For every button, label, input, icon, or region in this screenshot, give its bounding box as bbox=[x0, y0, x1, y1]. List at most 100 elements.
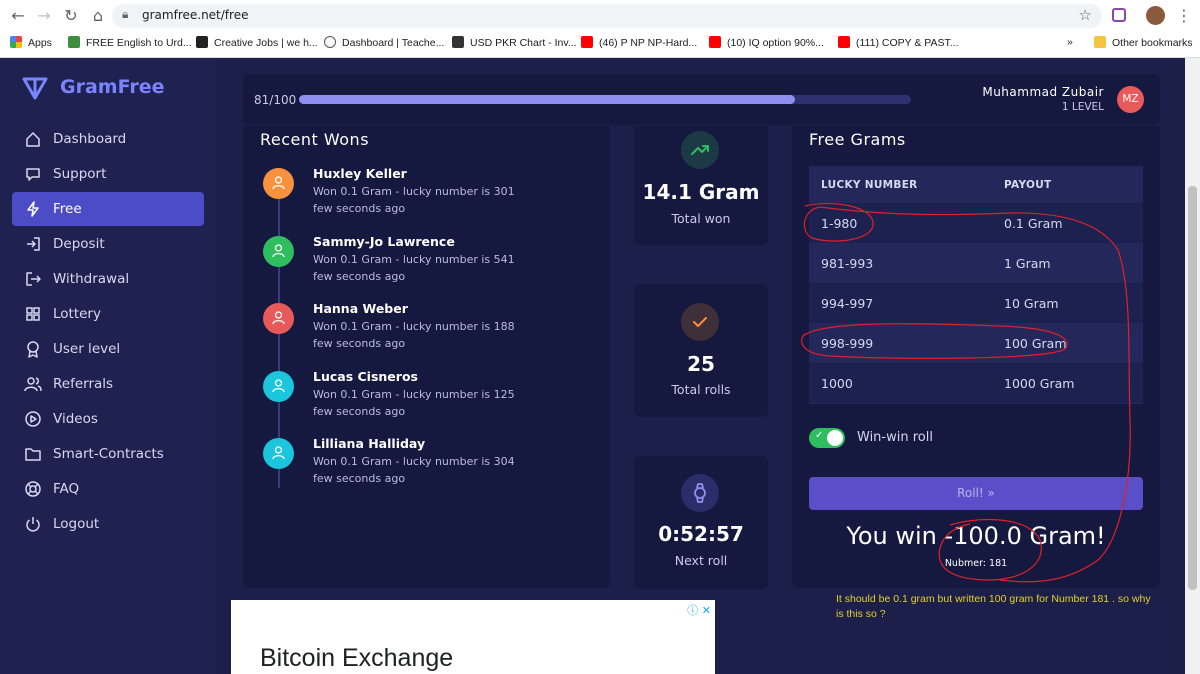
extension-icon[interactable] bbox=[1112, 8, 1126, 22]
bookmark-item[interactable]: Creative Jobs | we h... bbox=[196, 36, 318, 49]
toggle-knob bbox=[827, 430, 843, 446]
win-time: few seconds ago bbox=[313, 472, 406, 485]
sidebar-item-label: Deposit bbox=[53, 236, 105, 252]
lock-icon: 🔒︎ bbox=[122, 7, 129, 21]
win-description: Won 0.1 Gram - lucky number is 188 bbox=[313, 320, 515, 333]
sidebar-item-user-level[interactable]: User level bbox=[12, 332, 204, 366]
winner-name: Lilliana Halliday bbox=[313, 436, 426, 451]
win-time: few seconds ago bbox=[313, 202, 406, 215]
page-scrollbar[interactable] bbox=[1185, 58, 1200, 674]
win-description: Won 0.1 Gram - lucky number is 125 bbox=[313, 387, 515, 401]
award-icon bbox=[27, 341, 39, 358]
sidebar-item-label: Videos bbox=[53, 411, 98, 427]
sidebar-item-faq[interactable]: FAQ bbox=[12, 472, 204, 506]
bookmark-item[interactable]: (111) COPY & PAST... bbox=[838, 36, 959, 49]
reload-icon[interactable]: ↻ bbox=[61, 6, 81, 26]
url-text: gramfree.net/free bbox=[142, 8, 249, 22]
lucky-range: 981-993 bbox=[821, 256, 874, 271]
sidebar-item-label: Support bbox=[53, 166, 107, 182]
free-grams-card: Free Grams LUCKY NUMBER PAYOUT 1-980 0.1 … bbox=[792, 126, 1160, 588]
col-lucky-number: LUCKY NUMBER bbox=[821, 179, 918, 191]
youtube-icon bbox=[838, 36, 850, 48]
roll-button[interactable]: Roll! » bbox=[809, 477, 1143, 510]
user-icon bbox=[263, 303, 294, 334]
bookmark-item[interactable]: (46) P NP NP-Hard... bbox=[581, 36, 697, 49]
browser-chrome: ← → ↻ ⌂ 🔒︎ gramfree.net/free ☆ ⋮ Apps FR… bbox=[0, 0, 1200, 58]
winner-name: Lucas Cisneros bbox=[313, 368, 418, 384]
forward-icon[interactable]: → bbox=[34, 6, 54, 26]
youtube-icon bbox=[581, 36, 593, 48]
payout-value: 10 Gram bbox=[1004, 296, 1059, 311]
payout-table: LUCKY NUMBER PAYOUT 1-980 0.1 Gram 981-993… bbox=[809, 166, 1143, 404]
sidebar-item-label: Logout bbox=[53, 516, 100, 532]
sidebar-item-label: User level bbox=[53, 341, 121, 357]
recent-wons-title: Recent Wons bbox=[260, 130, 370, 149]
sidebar-item-deposit[interactable]: Deposit bbox=[12, 227, 204, 261]
win-time: few seconds ago bbox=[313, 269, 406, 283]
lucky-range: 994-997 bbox=[821, 296, 874, 311]
user-icon bbox=[263, 168, 294, 199]
win-time: few seconds ago bbox=[313, 404, 406, 418]
scroll-thumb[interactable] bbox=[1188, 186, 1197, 590]
top-bar: 81/100 Muhammad Zubair 1 LEVEL MZ bbox=[243, 74, 1160, 125]
bookmark-item[interactable]: (10) IQ option 90%... bbox=[709, 36, 824, 49]
sidebar-item-smart-contracts[interactable]: Smart-Contracts bbox=[12, 437, 204, 471]
next-roll-card: 0:52:57 Next roll bbox=[634, 456, 768, 589]
folder-icon bbox=[25, 448, 41, 461]
payout-value: 100 Gram bbox=[1004, 336, 1067, 351]
site-favicon bbox=[68, 36, 80, 48]
bookmark-apps[interactable]: Apps bbox=[10, 36, 52, 49]
bookmark-item[interactable]: FREE English to Urd... bbox=[68, 36, 192, 49]
home-icon[interactable]: ⌂ bbox=[88, 6, 108, 26]
menu-icon[interactable]: ⋮ bbox=[1174, 6, 1194, 26]
user-level: 1 LEVEL bbox=[1061, 101, 1104, 113]
win-win-label: Win-win roll bbox=[857, 430, 933, 445]
more-bookmarks[interactable]: » bbox=[1067, 36, 1073, 48]
sidebar-item-withdrawal[interactable]: Withdrawal bbox=[12, 262, 204, 296]
winner-name: Hanna Weber bbox=[313, 301, 408, 316]
sidebar-item-support[interactable]: Support bbox=[12, 157, 204, 191]
list-item: Lucas Cisneros Won 0.1 Gram - lucky numbe… bbox=[263, 368, 593, 431]
back-icon[interactable]: ← bbox=[8, 6, 28, 26]
total-rolls-value: 25 bbox=[687, 352, 715, 376]
result-number: Nubmer: 181 bbox=[944, 558, 1008, 569]
sidebar-item-referrals[interactable]: Referrals bbox=[12, 367, 204, 401]
other-bookmarks[interactable]: Other bookmarks bbox=[1094, 36, 1193, 49]
list-item: Hanna Weber Won 0.1 Gram - lucky number i… bbox=[263, 301, 593, 363]
user-icon bbox=[263, 438, 294, 469]
sidebar-item-logout[interactable]: Logout bbox=[12, 507, 204, 541]
total-rolls-card: 25 Total rolls bbox=[634, 284, 768, 417]
profile-avatar[interactable] bbox=[1146, 6, 1165, 25]
sidebar-item-lottery[interactable]: Lottery bbox=[12, 297, 204, 331]
avatar[interactable]: MZ bbox=[1117, 86, 1144, 113]
sidebar-item-videos[interactable]: Videos bbox=[12, 402, 204, 436]
check-icon bbox=[681, 303, 719, 341]
win-description: Won 0.1 Gram - lucky number is 541 bbox=[313, 252, 515, 266]
total-won-card: 14.1 Gram Total won bbox=[634, 126, 768, 245]
star-icon[interactable]: ☆ bbox=[1079, 6, 1092, 24]
user-name: Muhammad Zubair bbox=[982, 85, 1104, 99]
logout-arrow-icon bbox=[26, 272, 41, 286]
win-description: Won 0.1 Gram - lucky number is 301 bbox=[313, 185, 515, 198]
sidebar-item-free[interactable]: Free bbox=[12, 192, 204, 226]
ad-title: Bitcoin Exchange bbox=[260, 644, 454, 672]
url-bar[interactable]: 🔒︎ gramfree.net/free ☆ bbox=[112, 4, 1102, 28]
bookmark-item[interactable]: USD PKR Chart - Inv... bbox=[452, 36, 577, 49]
user-icon bbox=[263, 370, 294, 402]
ad-banner[interactable]: ⓘ ✕ Bitcoin Exchange bbox=[231, 600, 715, 674]
brand-name: GramFree bbox=[60, 76, 165, 98]
site-favicon bbox=[196, 36, 208, 48]
check-icon: ✓ bbox=[815, 430, 824, 441]
user-icon bbox=[263, 235, 294, 267]
sidebar-item-dashboard[interactable]: Dashboard bbox=[12, 122, 204, 156]
sidebar-item-label: Withdrawal bbox=[53, 271, 130, 287]
ad-info-close-icons[interactable]: ⓘ ✕ bbox=[687, 602, 711, 618]
bookmark-item[interactable]: Dashboard | Teache... bbox=[324, 36, 444, 49]
login-icon bbox=[27, 237, 40, 251]
site-favicon bbox=[324, 36, 336, 48]
lifebuoy-icon bbox=[25, 481, 41, 497]
win-win-toggle[interactable]: ✓ bbox=[809, 428, 845, 448]
next-roll-value: 0:52:57 bbox=[658, 522, 744, 546]
list-item: Sammy-Jo Lawrence Won 0.1 Gram - lucky nu… bbox=[263, 234, 593, 296]
folder-icon bbox=[1094, 36, 1106, 48]
